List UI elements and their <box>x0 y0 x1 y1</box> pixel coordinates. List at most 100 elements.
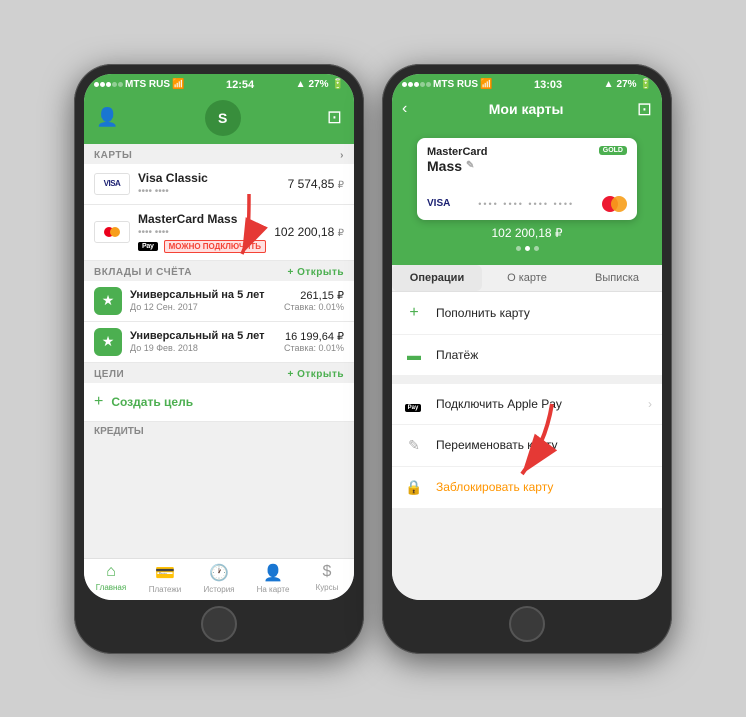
carrier-2: MTS RUS <box>433 79 478 90</box>
goals-open-btn[interactable]: + Открыть <box>288 369 345 380</box>
battery-1: 27% <box>309 79 329 90</box>
chevron-right-icon: › <box>648 397 652 411</box>
visa-card-dots: •••• •••• <box>138 186 288 197</box>
payments-tab-icon: 💳 <box>155 563 175 583</box>
card-brand-name: MasterCard <box>427 146 488 158</box>
map-tab-icon: 👤 <box>263 563 283 583</box>
deposit-icon-2: ★ <box>94 328 122 356</box>
tab-payments[interactable]: 💳 Платежи <box>138 563 192 594</box>
card-badge: GOLD <box>599 146 627 155</box>
top-up-text: Пополнить карту <box>436 306 652 320</box>
history-tab-icon: 🕐 <box>209 563 229 583</box>
deposit-rate-1: Ставка: 0.01% <box>284 302 344 312</box>
tab-history[interactable]: 🕐 История <box>192 563 246 594</box>
tab-operations[interactable]: Операции <box>392 265 482 291</box>
action-payment[interactable]: ▬ Платёж <box>392 335 662 376</box>
deposit-item-1[interactable]: ★ Универсальный на 5 лет До 12 Сен. 2017… <box>84 281 354 322</box>
apple-pay-text: Подключить Apple Pay <box>436 397 648 411</box>
mc-currency: ₽ <box>338 228 344 239</box>
payment-icon: ▬ <box>402 347 426 363</box>
credits-label: КРЕДИТЫ <box>84 422 354 439</box>
phone-2: MTS RUS 📶 13:03 ▲ 27% 🔋 ‹ Мои карты ⊡ <box>382 64 672 654</box>
tabs-row: Операции О карте Выписка <box>392 265 662 292</box>
action-top-up[interactable]: + Пополнить карту <box>392 292 662 335</box>
create-goal-icon: + <box>94 393 103 411</box>
mc-card-info: MasterCard Mass •••• •••• Pay МОЖНО ПОДК… <box>138 212 274 253</box>
edit-icon[interactable]: ✎ <box>466 160 474 171</box>
block-icon: 🔒 <box>402 479 426 496</box>
deposit-item-2[interactable]: ★ Универсальный на 5 лет До 19 Фев. 2018… <box>84 322 354 363</box>
tab-bar-1: ⌂ Главная 💳 Платежи 🕐 История 👤 На карте… <box>84 558 354 600</box>
battery-icon-1: 🔋 <box>332 79 344 90</box>
status-right-1: ▲ 27% 🔋 <box>296 79 344 90</box>
visa-amount-value: 7 574,85 <box>288 177 335 191</box>
apple-pay-badge: Pay <box>405 404 422 412</box>
can-connect-badge: МОЖНО ПОДКЛЮЧИТЬ <box>164 240 266 253</box>
phone-1: MTS RUS 📶 12:54 ▲ 27% 🔋 👤 S ⊡ <box>74 64 364 654</box>
nav-bar-2: ‹ Мои карты ⊡ <box>392 94 662 128</box>
visa-card-name: Visa Classic <box>138 171 288 185</box>
back-button[interactable]: ‹ <box>402 100 407 118</box>
card-display: MasterCard Mass ✎ GOLD VISA •••• •••• ••… <box>392 128 662 265</box>
indicator-dot-3 <box>534 246 539 251</box>
applepay-badge: Pay <box>138 242 158 251</box>
mc-amount-value: 102 200,18 <box>274 225 334 239</box>
tab-about-card[interactable]: О карте <box>482 265 572 291</box>
deposit-value-1: 261,15 ₽ <box>284 289 344 302</box>
visa-card-item[interactable]: VISA Visa Classic •••• •••• 7 574,85 ₽ <box>84 164 354 205</box>
deposit-amount-2: 16 199,64 ₽ Ставка: 0.01% <box>284 330 344 353</box>
card-visual-footer: VISA •••• •••• •••• •••• <box>427 196 627 212</box>
profile-icon-1[interactable]: 👤 <box>96 107 118 128</box>
map-tab-label: На карте <box>257 585 290 594</box>
tab-rates[interactable]: $ Курсы <box>300 563 354 594</box>
deposit-name-2: Универсальный на 5 лет <box>130 330 284 342</box>
wifi-icon-2: 📶 <box>480 79 492 90</box>
time-1: 12:54 <box>226 79 254 91</box>
mc-card-name: MasterCard Mass <box>138 212 274 226</box>
tab-home[interactable]: ⌂ Главная <box>84 563 138 594</box>
status-bar-2: MTS RUS 📶 13:03 ▲ 27% 🔋 <box>392 74 662 94</box>
mastercard-card-item[interactable]: MasterCard Mass •••• •••• Pay МОЖНО ПОДК… <box>84 205 354 261</box>
top-up-icon: + <box>402 304 426 322</box>
card-visual: MasterCard Mass ✎ GOLD VISA •••• •••• ••… <box>417 138 637 220</box>
deposit-value-2: 16 199,64 ₽ <box>284 330 344 343</box>
payments-tab-label: Платежи <box>149 585 181 594</box>
indicator-dot-1 <box>516 246 521 251</box>
home-button-1[interactable] <box>201 606 237 642</box>
deposit-info-1: Универсальный на 5 лет До 12 Сен. 2017 <box>130 289 284 312</box>
deposit-name-1: Универсальный на 5 лет <box>130 289 284 301</box>
action-rename[interactable]: ✎ Переименовать карту <box>392 425 662 467</box>
dots-indicator <box>516 246 539 251</box>
action-block[interactable]: 🔒 Заблокировать карту <box>392 467 662 509</box>
sberbank-logo-1: S <box>205 100 241 136</box>
deposit-icon-1: ★ <box>94 287 122 315</box>
goals-section-header: ЦЕЛИ + Открыть <box>84 363 354 383</box>
deposit-amount-1: 261,15 ₽ Ставка: 0.01% <box>284 289 344 312</box>
battery-icon-2: 🔋 <box>640 79 652 90</box>
location-icon-2: ▲ <box>604 79 614 90</box>
deposits-open-btn[interactable]: + Открыть <box>288 267 345 278</box>
deposit-sub-1: До 12 Сен. 2017 <box>130 302 284 312</box>
action-apple-pay[interactable]: Pay Подключить Apple Pay › <box>392 384 662 425</box>
status-left-1: MTS RUS 📶 <box>94 79 184 90</box>
page-title-2: Мои карты <box>415 101 637 117</box>
rename-text: Переименовать карту <box>436 438 652 452</box>
apple-pay-icon: Pay <box>402 396 426 412</box>
create-goal-item[interactable]: + Создать цель <box>84 383 354 422</box>
qr-icon-1[interactable]: ⊡ <box>327 107 342 128</box>
card-number-dots: •••• •••• •••• •••• <box>478 199 574 209</box>
deposit-rate-2: Ставка: 0.01% <box>284 343 344 353</box>
visa-card-amount: 7 574,85 ₽ <box>288 177 344 191</box>
visa-logo-icon: VISA <box>94 173 130 195</box>
share-icon-2[interactable]: ⊡ <box>637 99 652 120</box>
carrier-1: MTS RUS <box>125 79 170 90</box>
scroll-content-1: КАРТЫ › VISA Visa Classic •••• •••• 7 57… <box>84 144 354 558</box>
tab-map[interactable]: 👤 На карте <box>246 563 300 594</box>
rename-icon: ✎ <box>402 437 426 454</box>
home-button-2[interactable] <box>509 606 545 642</box>
tab-statement[interactable]: Выписка <box>572 265 662 291</box>
home-tab-icon: ⌂ <box>106 563 116 581</box>
rates-tab-icon: $ <box>323 563 332 581</box>
nav-bar-1: 👤 S ⊡ <box>84 94 354 144</box>
actions-list: + Пополнить карту ▬ Платёж Pay Подключит… <box>392 292 662 600</box>
